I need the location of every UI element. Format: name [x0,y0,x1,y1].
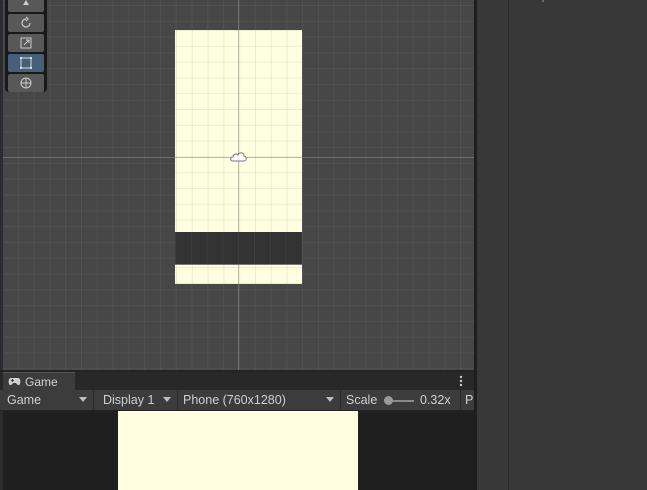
scene-tools-overlay [5,0,47,92]
game-mode-label: Game [7,393,42,407]
rotate-icon [21,16,31,28]
tab-game[interactable]: Game [3,372,75,390]
scene-view[interactable] [0,0,474,370]
scale-tool-button[interactable] [8,34,44,52]
scene-left-edge [0,0,3,370]
rotate-tool-button[interactable] [8,14,44,32]
resolution-label: Phone (760x1280) [183,393,286,407]
transform-icon [20,77,32,89]
scale-label: Scale [346,393,378,407]
play-label: P [465,393,474,407]
ui-panel-dark[interactable] [175,232,302,265]
scale-value: 0.32x [420,393,451,407]
game-render-canvas [118,411,358,490]
game-mode-dropdown[interactable]: Game [0,390,94,410]
tab-game-label: Game [25,374,58,389]
gamepad-icon [8,378,21,386]
scale-icon [20,37,32,49]
display-dropdown[interactable]: Display 1 [94,390,178,410]
rect-tool-button[interactable] [8,54,44,72]
move-tool-button[interactable] [8,0,44,12]
play-focused-dropdown[interactable]: P [461,390,474,410]
move-icon [23,0,29,5]
more-options-icon[interactable] [456,374,466,388]
rect-transform-icon [20,57,32,69]
display-label: Display 1 [103,393,155,407]
side-panel-strip [477,0,508,490]
scale-slider-handle[interactable] [384,396,393,405]
resolution-dropdown[interactable]: Phone (760x1280) [178,390,341,410]
chevron-down-icon [163,397,171,402]
cube-icon [542,0,544,2]
transform-tool-button[interactable] [8,74,44,92]
camera-gizmo-icon[interactable] [229,149,249,165]
chevron-down-icon [79,397,87,402]
game-left-edge [0,411,3,490]
game-toolbar: Game Display 1 Phone (760x1280) Scale 0.… [0,390,474,411]
inspector-panel [508,0,647,490]
chevron-down-icon [326,397,334,402]
game-tabbar: Game [0,372,474,390]
